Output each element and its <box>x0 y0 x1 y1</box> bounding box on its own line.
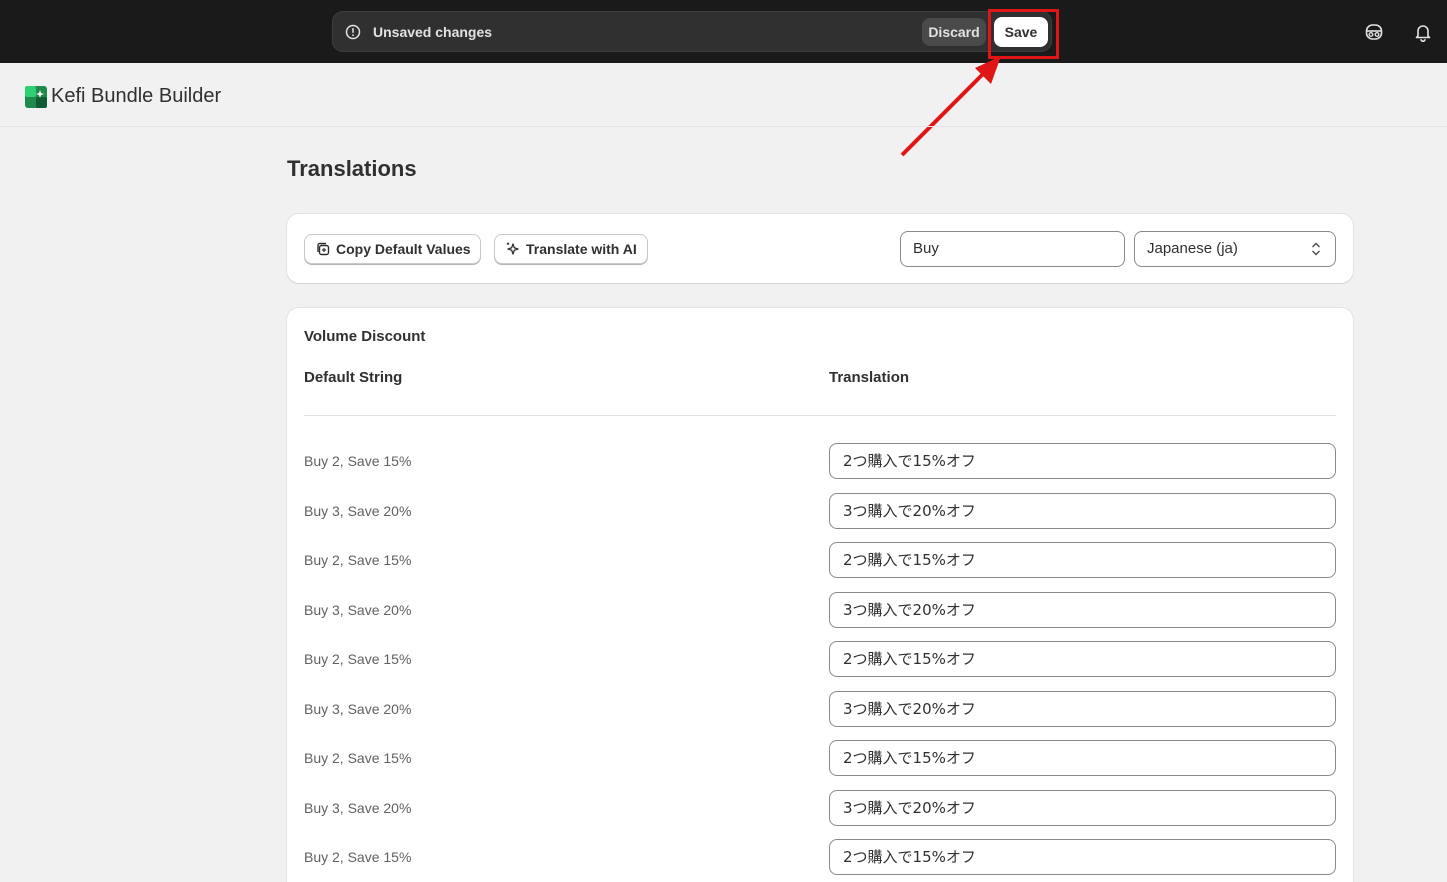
app-title: Kefi Bundle Builder <box>51 85 222 107</box>
translate-with-ai-button[interactable]: Translate with AI <box>494 234 648 264</box>
translation-input[interactable]: 2つ購入で15%オフ <box>829 443 1336 479</box>
select-chevron-icon <box>1312 242 1320 256</box>
tools-card: Copy Default Values Translate with AI Bu… <box>287 214 1353 283</box>
translation-input[interactable]: 2つ購入で15%オフ <box>829 740 1336 776</box>
copy-default-values-label: Copy Default Values <box>336 241 471 257</box>
translation-input[interactable]: 2つ購入で15%オフ <box>829 641 1336 677</box>
contextual-save-bar: Unsaved changes Discard Save <box>332 11 1052 52</box>
table-row-default: Buy 3, Save 20% <box>304 800 412 816</box>
app-logo-icon <box>25 86 47 108</box>
volume-discount-card: Volume Discount Default String Translati… <box>287 308 1353 882</box>
copy-default-values-button[interactable]: Copy Default Values <box>304 234 481 264</box>
copy-icon <box>317 242 330 256</box>
table-row-default: Buy 3, Save 20% <box>304 503 412 519</box>
table-row-default: Buy 2, Save 15% <box>304 849 412 865</box>
table-row-default: Buy 3, Save 20% <box>304 602 412 618</box>
table-row-default: Buy 2, Save 15% <box>304 453 412 469</box>
column-header-translation: Translation <box>829 369 910 386</box>
translation-input[interactable]: 2つ購入で15%オフ <box>829 839 1336 875</box>
table-row-default: Buy 2, Save 15% <box>304 651 412 667</box>
table-row-default: Buy 3, Save 20% <box>304 701 412 717</box>
search-input[interactable]: Buy <box>900 231 1125 267</box>
translation-input[interactable]: 3つ購入で20%オフ <box>829 493 1336 529</box>
top-bar: Unsaved changes Discard Save <box>0 0 1447 63</box>
translation-input[interactable]: 3つ購入で20%オフ <box>829 691 1336 727</box>
table-row-default: Buy 2, Save 15% <box>304 750 412 766</box>
section-title: Volume Discount <box>304 328 426 345</box>
alert-circle-icon <box>345 24 361 40</box>
discard-button[interactable]: Discard <box>922 18 986 46</box>
bell-icon[interactable] <box>1413 22 1433 42</box>
translate-with-ai-label: Translate with AI <box>526 241 637 257</box>
unsaved-changes-label: Unsaved changes <box>373 24 493 40</box>
page-title: Translations <box>287 156 417 181</box>
language-select[interactable]: Japanese (ja) <box>1134 231 1336 267</box>
table-row-default: Buy 2, Save 15% <box>304 552 412 568</box>
translation-input[interactable]: 3つ購入で20%オフ <box>829 592 1336 628</box>
incognito-icon[interactable] <box>1364 22 1384 42</box>
sparkle-icon <box>506 242 519 255</box>
column-header-default-string: Default String <box>304 369 403 386</box>
language-select-value: Japanese (ja) <box>1147 240 1238 257</box>
app-header: Kefi Bundle Builder <box>0 63 1447 127</box>
translation-input[interactable]: 3つ購入で20%オフ <box>829 790 1336 826</box>
translation-input[interactable]: 2つ購入で15%オフ <box>829 542 1336 578</box>
divider <box>304 415 1336 416</box>
